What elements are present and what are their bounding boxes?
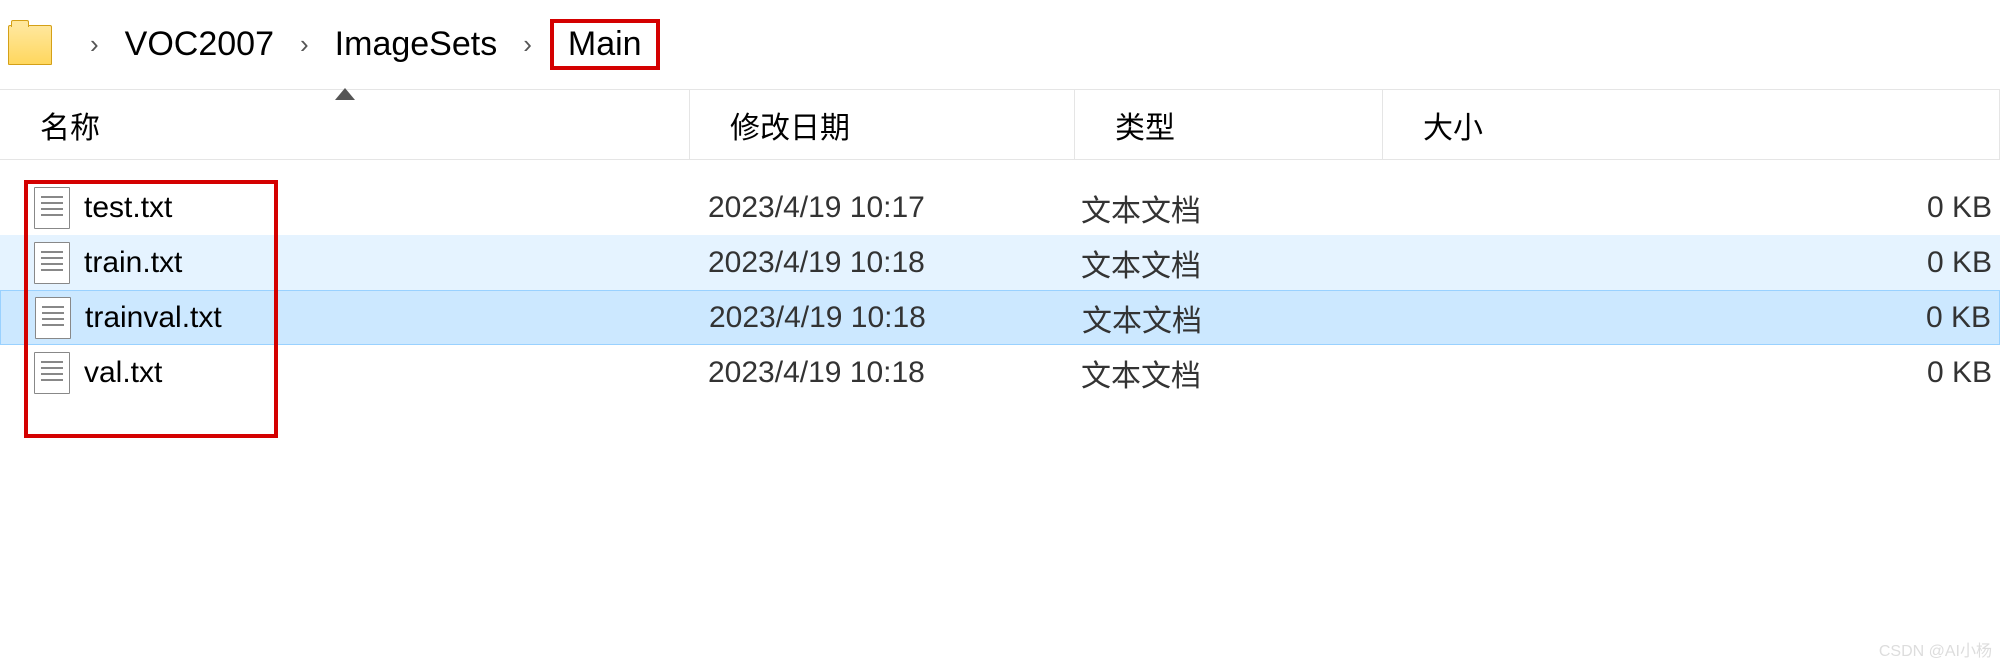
- file-row[interactable]: test.txt 2023/4/19 10:17 文本文档 0 KB: [0, 180, 2000, 235]
- file-size: 0 KB: [1383, 356, 2000, 390]
- column-header-size[interactable]: 大小: [1383, 90, 2000, 159]
- text-file-icon: [34, 352, 70, 394]
- sort-ascending-icon: [335, 88, 355, 100]
- file-name-cell: val.txt: [0, 352, 690, 394]
- file-size: 0 KB: [1383, 246, 2000, 280]
- folder-icon: [8, 25, 52, 65]
- column-header-type[interactable]: 类型: [1075, 90, 1383, 159]
- file-date: 2023/4/19 10:17: [690, 191, 1075, 225]
- chevron-right-icon: ›: [523, 29, 532, 60]
- text-file-icon: [34, 242, 70, 284]
- column-header-row: 名称 修改日期 类型 大小: [0, 90, 2000, 160]
- file-name: train.txt: [84, 246, 182, 280]
- chevron-right-icon: ›: [90, 29, 99, 60]
- breadcrumb-bar: › VOC2007 › ImageSets › Main: [0, 0, 2000, 90]
- column-header-date[interactable]: 修改日期: [690, 90, 1075, 159]
- file-row[interactable]: train.txt 2023/4/19 10:18 文本文档 0 KB: [0, 235, 2000, 290]
- file-date: 2023/4/19 10:18: [690, 356, 1075, 390]
- chevron-right-icon: ›: [300, 29, 309, 60]
- file-row[interactable]: val.txt 2023/4/19 10:18 文本文档 0 KB: [0, 345, 2000, 400]
- file-name: test.txt: [84, 191, 172, 225]
- breadcrumb-item-main[interactable]: Main: [550, 19, 660, 70]
- file-name-cell: trainval.txt: [1, 297, 691, 339]
- file-type: 文本文档: [1076, 296, 1384, 340]
- column-header-name-label: 名称: [40, 103, 100, 147]
- file-name-cell: test.txt: [0, 187, 690, 229]
- file-size: 0 KB: [1384, 301, 1999, 335]
- breadcrumb-item-voc2007[interactable]: VOC2007: [117, 19, 282, 70]
- breadcrumb-item-imagesets[interactable]: ImageSets: [327, 19, 506, 70]
- file-date: 2023/4/19 10:18: [690, 246, 1075, 280]
- watermark: CSDN @AI小杨: [1879, 637, 1992, 661]
- file-size: 0 KB: [1383, 191, 2000, 225]
- file-name-cell: train.txt: [0, 242, 690, 284]
- file-name: trainval.txt: [85, 301, 222, 335]
- text-file-icon: [34, 187, 70, 229]
- file-list: test.txt 2023/4/19 10:17 文本文档 0 KB train…: [0, 160, 2000, 400]
- file-type: 文本文档: [1075, 351, 1383, 395]
- file-type: 文本文档: [1075, 186, 1383, 230]
- file-row[interactable]: trainval.txt 2023/4/19 10:18 文本文档 0 KB: [0, 290, 2000, 345]
- text-file-icon: [35, 297, 71, 339]
- column-header-name[interactable]: 名称: [0, 90, 690, 159]
- file-type: 文本文档: [1075, 241, 1383, 285]
- file-date: 2023/4/19 10:18: [691, 301, 1076, 335]
- file-name: val.txt: [84, 356, 162, 390]
